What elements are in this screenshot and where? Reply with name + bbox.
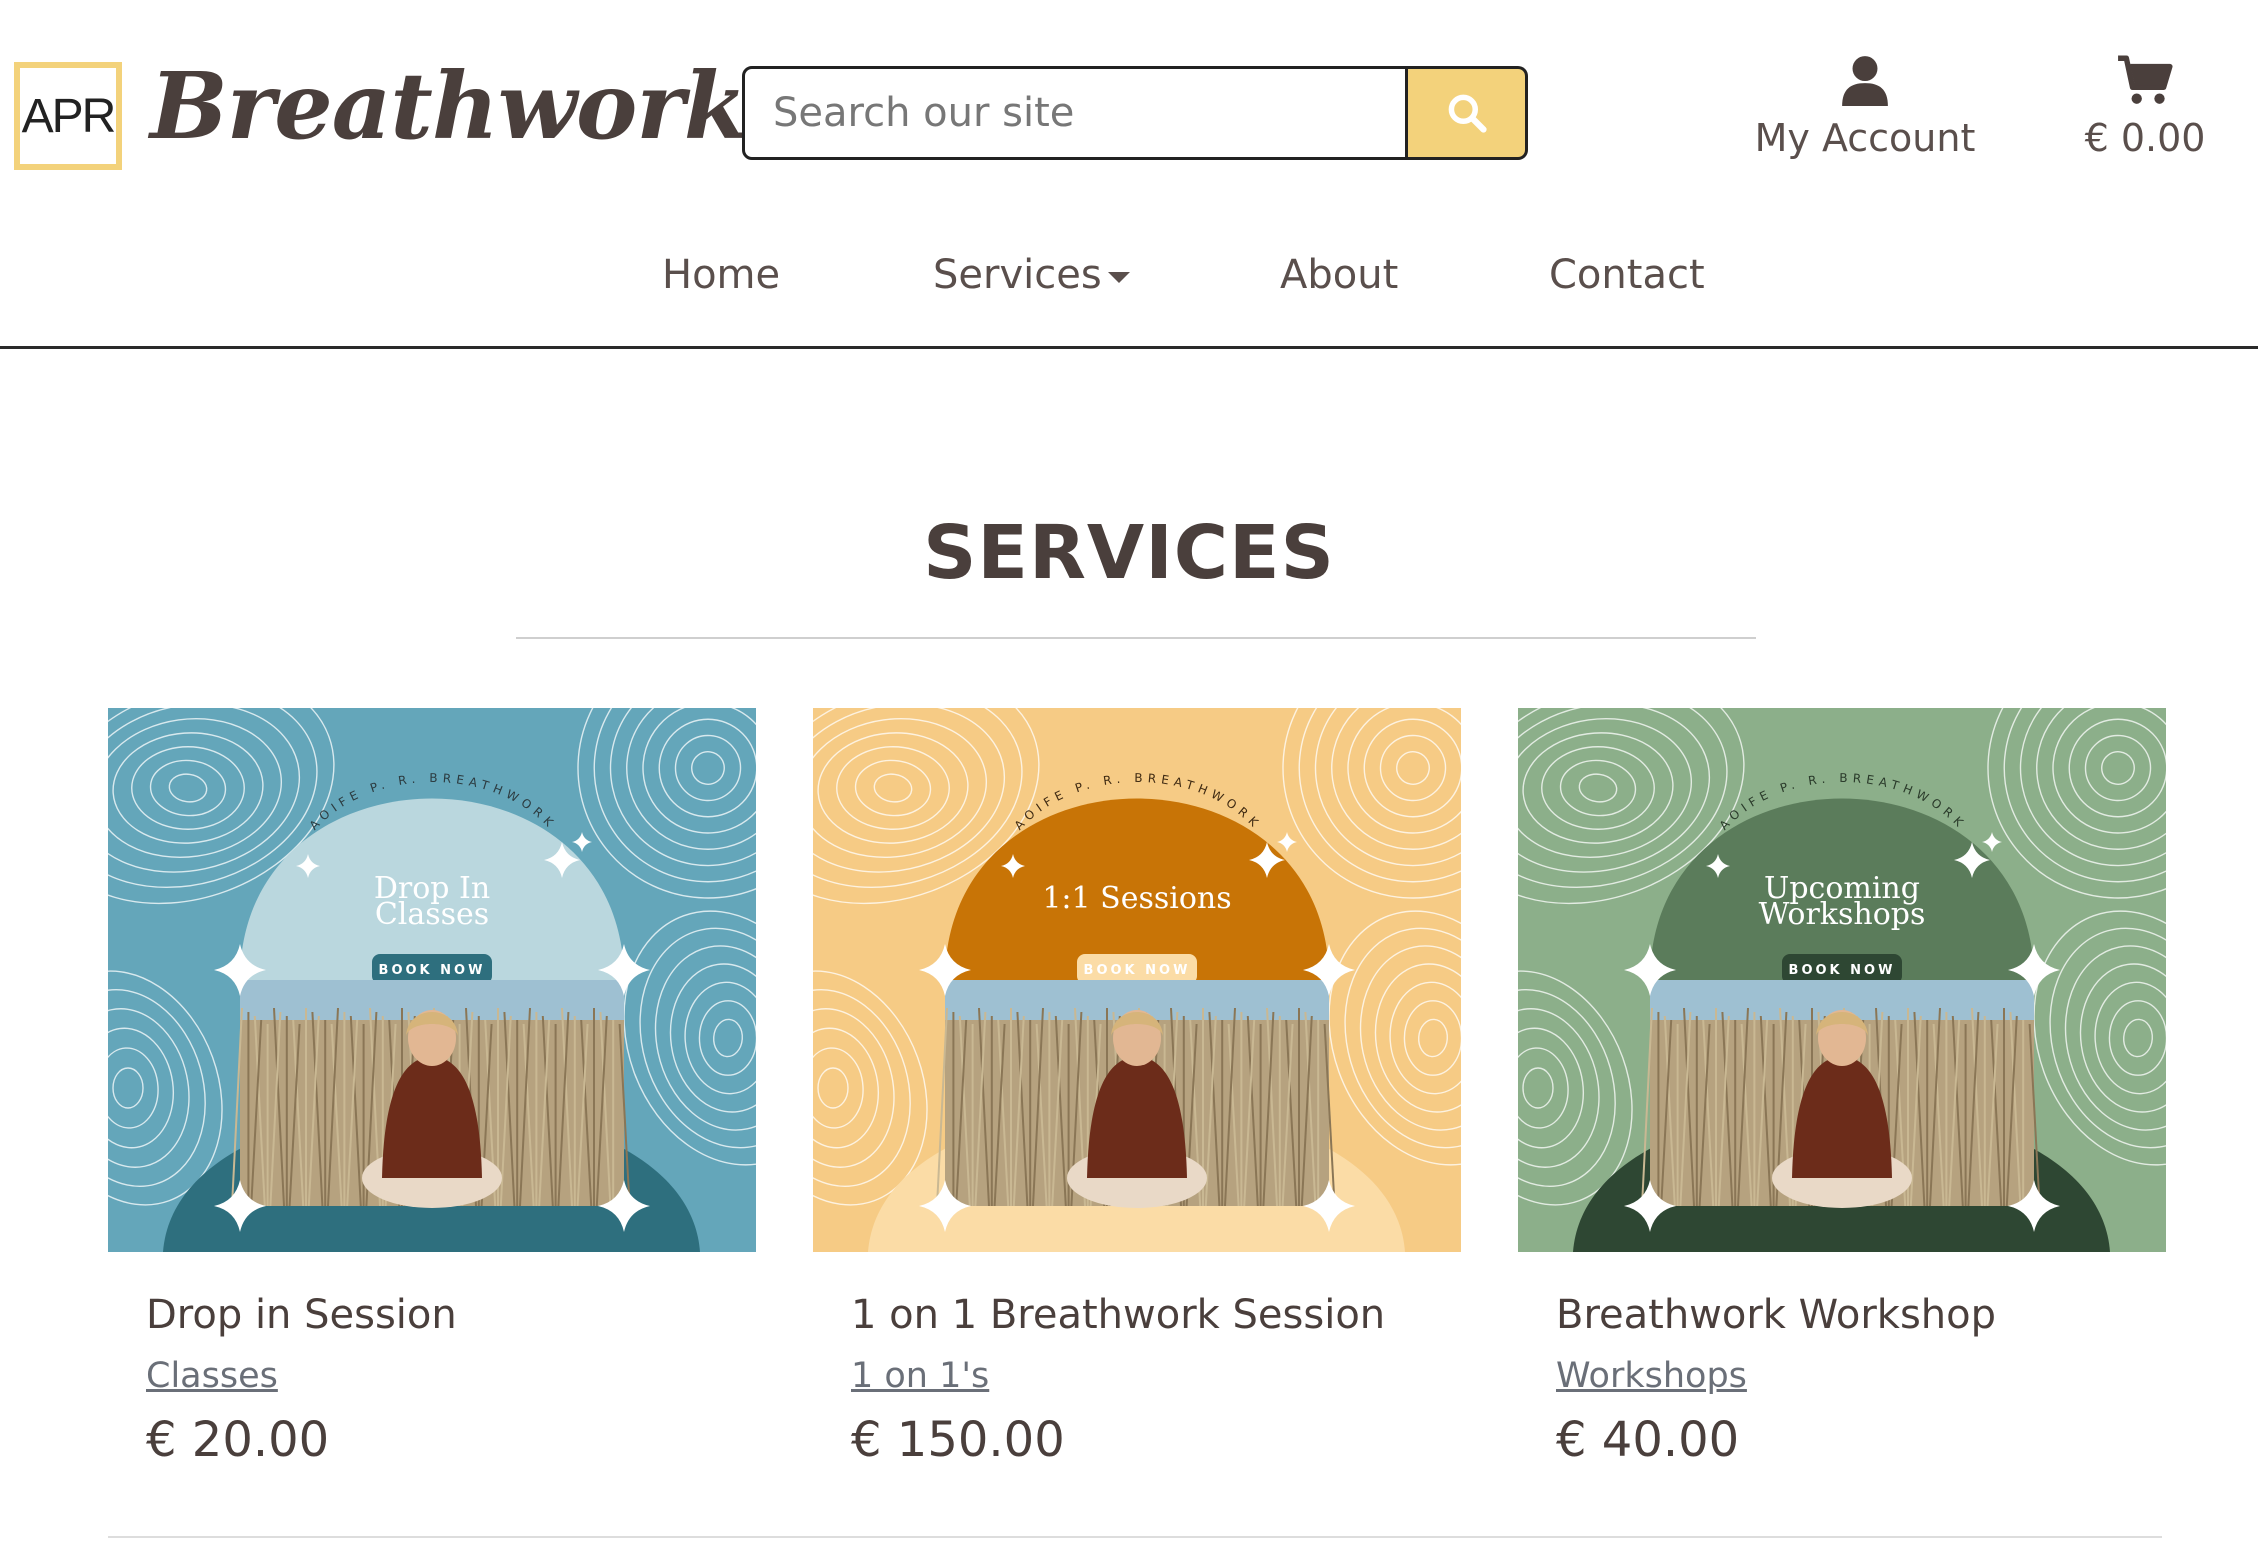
- service-price: € 20.00: [146, 1412, 330, 1468]
- logo-badge[interactable]: APR: [14, 62, 122, 170]
- service-category-link[interactable]: 1 on 1's: [851, 1356, 989, 1396]
- service-category-link[interactable]: Classes: [146, 1356, 278, 1396]
- service-name: Drop in Session: [146, 1292, 457, 1338]
- service-image[interactable]: AOIFE P. R. BREATHWORK 1:1 Sessions BOOK N…: [813, 708, 1461, 1252]
- cart-link[interactable]: € 0.00: [2070, 54, 2220, 160]
- nav-home[interactable]: Home: [662, 252, 780, 298]
- my-account-label: My Account: [1754, 116, 1976, 160]
- service-image[interactable]: AOIFE P. R. BREATHWORK Drop In Classes BOOK…: [108, 708, 756, 1252]
- nav-contact[interactable]: Contact: [1549, 252, 1705, 298]
- service-card[interactable]: AOIFE P. R. BREATHWORK Upcoming Workshops B…: [1518, 708, 2166, 1468]
- poster-photo: [936, 980, 1336, 1208]
- title-divider: [516, 637, 1756, 639]
- search-input[interactable]: [742, 66, 1408, 160]
- my-account-link[interactable]: My Account: [1740, 54, 1990, 160]
- poster-title-text: 1:1 Sessions: [1042, 881, 1231, 916]
- cart-total: € 0.00: [2084, 116, 2206, 160]
- nav-services-label: Services: [933, 252, 1102, 298]
- search-icon: [1448, 94, 1487, 133]
- nav-services[interactable]: Services: [933, 252, 1130, 298]
- service-card[interactable]: AOIFE P. R. BREATHWORK Drop In Classes BOOK…: [108, 708, 756, 1468]
- content-divider: [108, 1536, 2162, 1538]
- poster-book-label: BOOK NOW: [1084, 963, 1191, 978]
- poster-graphic: AOIFE P. R. BREATHWORKUpcomingWorkshopsB…: [1518, 708, 2166, 1252]
- service-price: € 40.00: [1556, 1412, 1740, 1468]
- service-card[interactable]: AOIFE P. R. BREATHWORK 1:1 Sessions BOOK N…: [813, 708, 1461, 1468]
- logo-badge-text: APR: [21, 89, 117, 143]
- search-bar: [742, 66, 1528, 160]
- logo-wordmark[interactable]: Breathwork: [150, 52, 748, 160]
- header-divider: [0, 346, 2258, 349]
- main-nav: Home Services About Contact: [0, 232, 2258, 322]
- service-image[interactable]: AOIFE P. R. BREATHWORK Upcoming Workshops B…: [1518, 708, 2166, 1252]
- service-price: € 150.00: [851, 1412, 1065, 1468]
- search-button[interactable]: [1408, 66, 1528, 160]
- user-icon: [1842, 56, 1888, 106]
- poster-photo: [231, 980, 631, 1208]
- poster-graphic: AOIFE P. R. BREATHWORK1:1 SessionsBOOK N…: [813, 708, 1461, 1252]
- poster-book-label: BOOK NOW: [379, 963, 486, 978]
- service-name: Breathwork Workshop: [1556, 1292, 1997, 1338]
- cart-icon: [2118, 55, 2173, 104]
- caret-down-icon: [1107, 271, 1130, 283]
- service-name: 1 on 1 Breathwork Session: [851, 1292, 1386, 1338]
- service-category-link[interactable]: Workshops: [1556, 1356, 1747, 1396]
- poster-title-text: Workshops: [1759, 897, 1926, 932]
- poster-photo: [1641, 980, 2041, 1208]
- poster-title-text: Classes: [375, 897, 489, 932]
- page-title: SERVICES: [923, 510, 1335, 596]
- nav-about[interactable]: About: [1280, 252, 1398, 298]
- poster-book-label: BOOK NOW: [1789, 963, 1896, 978]
- poster-graphic: AOIFE P. R. BREATHWORKDrop InClassesBOOK…: [108, 708, 756, 1252]
